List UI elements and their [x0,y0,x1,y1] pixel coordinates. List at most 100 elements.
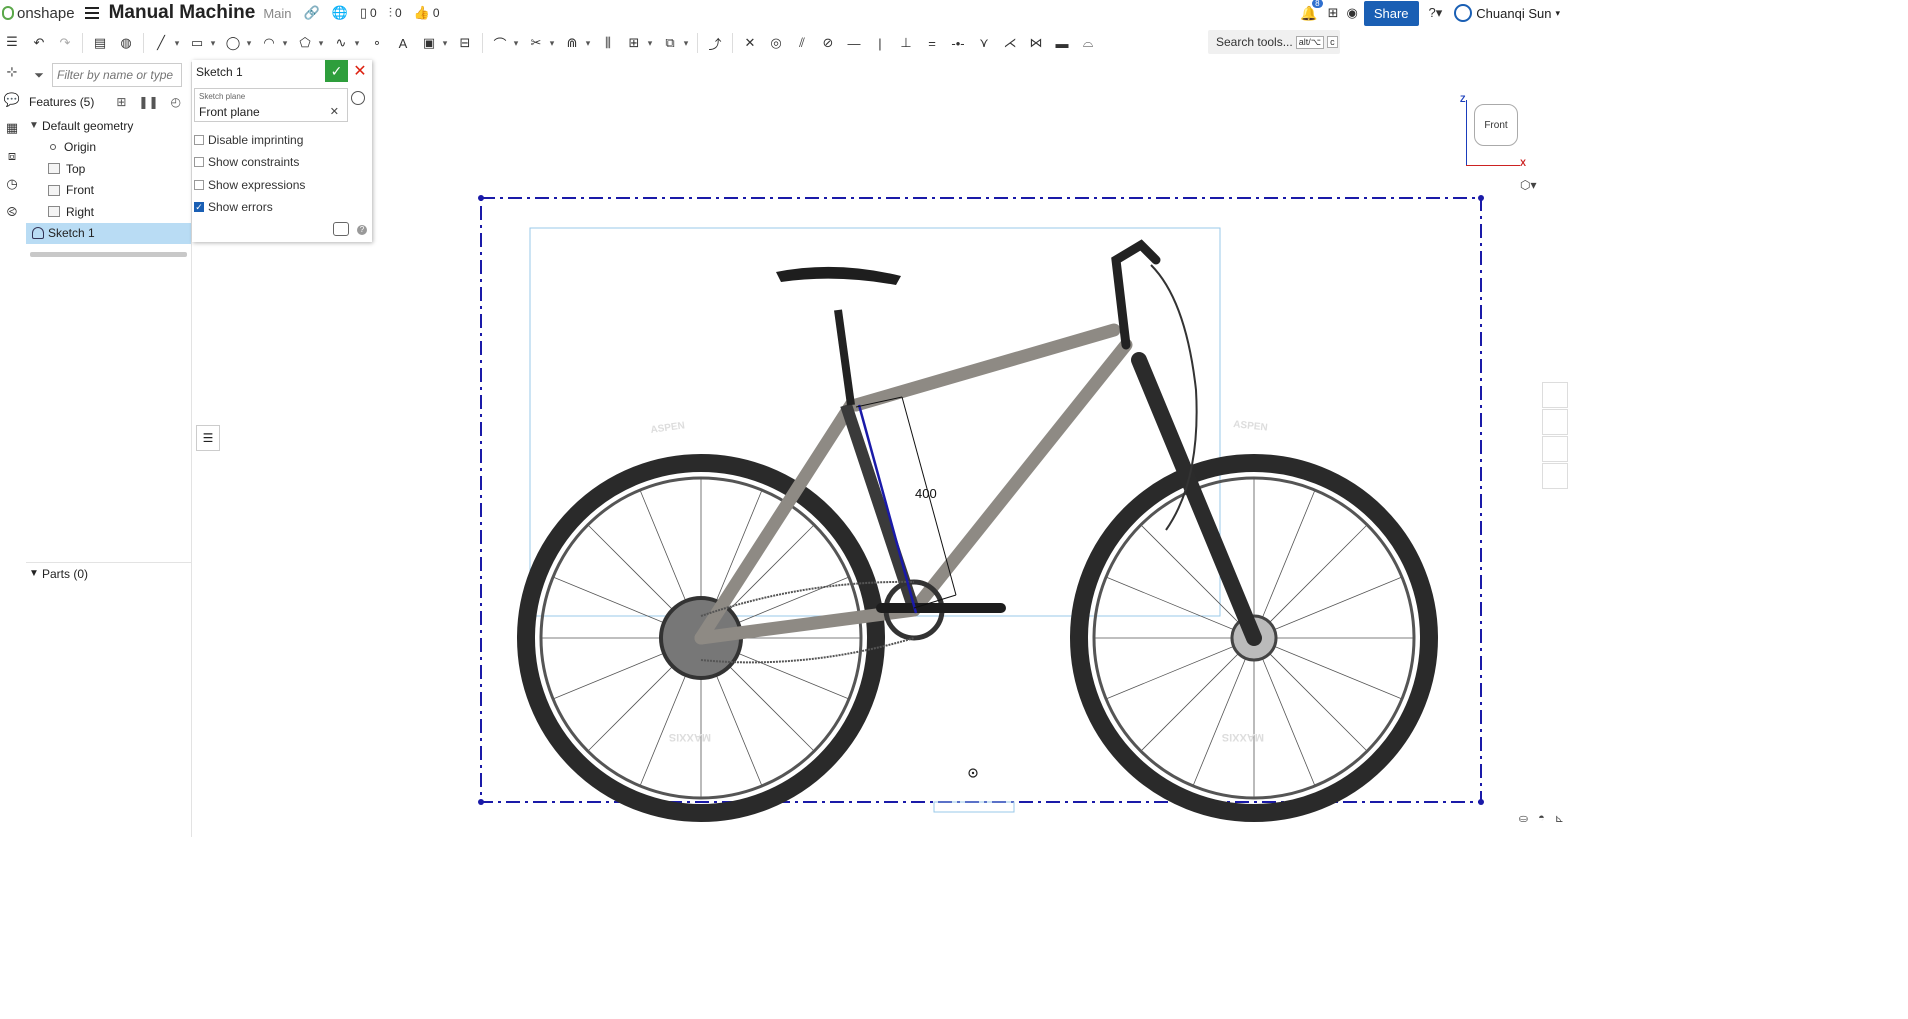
coincident-constraint-icon[interactable]: ✕ [739,32,761,54]
circle-tool-icon[interactable]: ◯ [222,32,244,54]
share-button[interactable]: Share [1363,0,1419,26]
comments-icon[interactable]: 💬 [0,86,24,114]
horizontal-scrollbar[interactable] [30,252,187,257]
undo-icon[interactable]: ↶ [28,32,50,54]
measure-icon[interactable] [1542,436,1568,462]
midpoint-constraint-icon[interactable]: -•- [947,32,969,54]
chevron-down-icon[interactable]: ▾ [208,32,218,54]
sketch-construction-rectangle[interactable] [480,197,1482,803]
option-show-expressions[interactable]: Show expressions [194,177,305,193]
sketch-settings-icon[interactable] [333,222,349,236]
graphics-viewport[interactable]: 400 ASPEN MAXXIS ASPEN MAXXIS Z X Front … [196,60,1568,837]
normal-constraint-icon[interactable]: ⋎ [973,32,995,54]
feature-list-icon[interactable]: ☰ [0,28,24,56]
render-mode-icon[interactable]: ◓ [1538,812,1545,825]
filter-icon[interactable]: ⏷ [26,68,52,83]
arc-tool-icon[interactable]: ◠ [258,32,280,54]
vertical-constraint-icon[interactable]: | [869,32,891,54]
fillet-tool-icon[interactable]: ⌒ [489,32,511,54]
accept-button[interactable]: ✓ [325,60,348,82]
rectangle-tool-icon[interactable]: ▭ [186,32,208,54]
chevron-down-icon[interactable]: ▾ [316,32,326,54]
chevron-down-icon[interactable]: ▾ [244,32,254,54]
chevron-down-icon[interactable]: ▼ [26,120,42,131]
mass-properties-icon[interactable] [1542,409,1568,435]
pierce-constraint-icon[interactable]: ⋌ [999,32,1021,54]
equal-constraint-icon[interactable]: = [921,32,943,54]
branch-name[interactable]: Main [263,6,291,21]
search-tools-input[interactable]: Search tools... alt/⌥ c [1208,30,1340,54]
app-store-icon[interactable]: ⊞ [1328,5,1339,21]
sketch-vertex[interactable] [478,799,484,805]
insert-icon[interactable]: ⊹ [0,58,24,86]
clear-selection-icon[interactable]: ✕ [330,105,339,118]
chevron-down-icon[interactable]: ▼ [26,568,42,579]
curvature-constraint-icon[interactable]: ⌓ [1077,32,1099,54]
properties-icon[interactable]: ▦ [0,114,24,142]
chevron-down-icon[interactable]: ▾ [440,32,450,54]
cancel-button[interactable]: ✕ [352,62,368,80]
checkbox[interactable] [194,180,204,190]
transform-tool-icon[interactable]: ⧉ [659,32,681,54]
tree-item-front[interactable]: Front [26,180,191,202]
mirror-tool-icon[interactable]: ⫼ [597,32,619,54]
onshape-logo[interactable]: onshape [0,0,75,26]
tree-item-sketch-1[interactable]: Sketch 1 [26,222,191,244]
document-title[interactable]: Manual Machine [109,2,256,24]
section-view-icon[interactable]: ⛀ [1519,812,1528,825]
spline-tool-icon[interactable]: ∿ [330,32,352,54]
redo-icon[interactable]: ↷ [54,32,76,54]
add-folder-icon[interactable]: ⊞ [116,95,126,109]
help-icon[interactable]: ? [357,225,367,235]
parallel-constraint-icon[interactable]: ⫽ [791,32,813,54]
tree-group-default-geometry[interactable]: ▼ Default geometry [26,115,191,137]
versions-button[interactable]: ▯ 0 [360,5,377,21]
view-options-icon[interactable]: ⬡▾ [1520,178,1537,192]
chevron-down-icon[interactable]: ▾ [280,32,290,54]
learning-center-icon[interactable]: ◉ [1346,5,1357,21]
fix-constraint-icon[interactable]: ▬ [1051,32,1073,54]
view-cube[interactable]: Z X Front [1446,70,1556,180]
timer-icon[interactable]: ◴ [171,95,181,109]
tree-item-origin[interactable]: Origin [26,137,191,159]
chevron-down-icon[interactable]: ▾ [645,32,655,54]
symmetric-constraint-icon[interactable]: ⋈ [1025,32,1047,54]
dimension-value[interactable]: 400 [915,486,937,501]
offset-tool-icon[interactable]: ⋒ [561,32,583,54]
construction-tool-icon[interactable]: ▣ [418,32,440,54]
branches-button[interactable]: ⫶ 0 [389,5,402,21]
sketch-tools-icon[interactable] [1542,463,1568,489]
sketch-vertex[interactable] [1478,195,1484,201]
chevron-down-icon[interactable]: ▾ [583,32,593,54]
sketch-vertex[interactable] [478,195,484,201]
notifications-button[interactable]: 🔔 8 [1300,0,1323,22]
option-show-errors[interactable]: ✓ Show errors [194,199,273,215]
chevron-down-icon[interactable]: ▾ [511,32,521,54]
tree-item-top[interactable]: Top [26,158,191,180]
concentric-constraint-icon[interactable]: ◎ [765,32,787,54]
globe-icon[interactable]: 🌐 [332,5,348,21]
tangent-constraint-icon[interactable]: ⊘ [817,32,839,54]
midpoint-line-icon[interactable]: ⊟ [454,32,476,54]
configurations-icon[interactable]: ⧈ [0,142,24,170]
filter-input[interactable] [52,63,182,87]
hamburger-menu-icon[interactable] [84,7,99,19]
history-clock-icon[interactable] [351,91,365,105]
parts-header[interactable]: ▼ Parts (0) [26,562,192,584]
sketch-vertex[interactable] [1478,799,1484,805]
variables-icon[interactable]: ⧀ [0,198,24,226]
chevron-down-icon[interactable]: ▾ [352,32,362,54]
checkbox-checked[interactable]: ✓ [194,202,204,212]
pause-icon[interactable]: ❚❚ [138,95,158,109]
use-tool-icon[interactable]: ⤴ [704,32,726,54]
link-icon[interactable]: 🔗 [304,5,320,21]
paste-icon[interactable]: ◍ [115,32,137,54]
horizontal-constraint-icon[interactable]: — [843,32,865,54]
like-button[interactable]: 👍 0 [414,5,440,21]
line-tool-icon[interactable]: ╱ [150,32,172,54]
chevron-down-icon[interactable]: ▾ [547,32,557,54]
point-tool-icon[interactable]: ∘ [366,32,388,54]
user-menu[interactable]: Chuanqi Sun ▾ [1454,4,1560,22]
appearance-panel-icon[interactable] [1542,382,1568,408]
chevron-down-icon[interactable]: ▾ [681,32,691,54]
